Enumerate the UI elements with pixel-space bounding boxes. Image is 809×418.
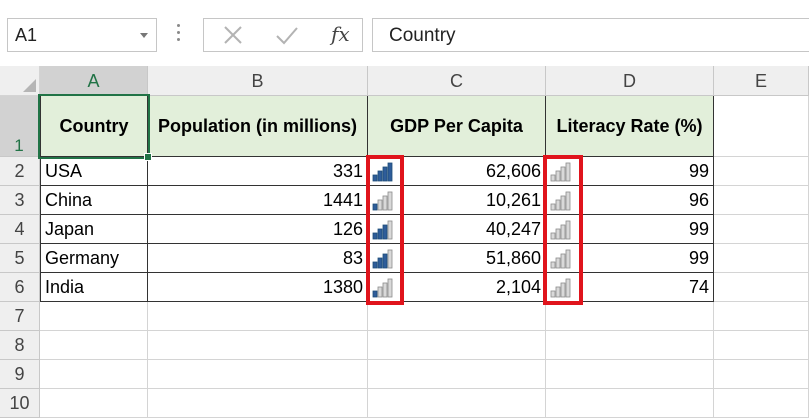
cancel-x-icon[interactable] [214,19,254,51]
name-box-value: A1 [15,25,38,45]
empty-cell[interactable] [368,389,546,418]
empty-cell[interactable] [714,302,809,331]
row-header-4[interactable]: 4 [0,215,40,244]
gdp-icons-highlight [366,155,404,305]
column-header-e[interactable]: E [714,66,809,96]
empty-cell[interactable] [368,302,546,331]
literacy-icons-highlight [543,155,583,305]
empty-cell[interactable] [40,331,148,360]
formula-input[interactable]: Country [372,18,809,52]
row-header-10[interactable]: 10 [0,389,40,418]
row-header-3[interactable]: 3 [0,186,40,215]
row-header-7[interactable]: 7 [0,302,40,331]
empty-cell[interactable] [714,360,809,389]
cell-population[interactable]: 1441 [148,186,368,215]
formula-buttons: fx [203,18,363,52]
header-cell-gdp[interactable]: GDP Per Capita [368,96,546,157]
empty-cell[interactable] [714,215,809,244]
row-header-1[interactable]: 1 [0,96,40,157]
cell-population[interactable]: 331 [148,157,368,186]
empty-cell[interactable] [148,302,368,331]
empty-cell[interactable] [714,244,809,273]
row-header-8[interactable]: 8 [0,331,40,360]
select-all-corner[interactable] [0,66,40,96]
empty-cell[interactable] [40,302,148,331]
empty-cell[interactable] [546,389,714,418]
cell-country[interactable]: India [40,273,148,302]
more-options-icon [177,24,181,46]
empty-cell[interactable] [368,360,546,389]
enter-checkmark-icon[interactable] [268,19,308,51]
chevron-down-icon[interactable] [140,33,148,38]
active-cell-border [38,94,150,159]
column-header-b[interactable]: B [148,66,368,96]
cell-population[interactable]: 83 [148,244,368,273]
empty-cell[interactable] [148,360,368,389]
cell-population[interactable]: 126 [148,215,368,244]
cell-country[interactable]: Germany [40,244,148,273]
column-header-c[interactable]: C [368,66,546,96]
cell-population[interactable]: 1380 [148,273,368,302]
empty-cell[interactable] [40,360,148,389]
cell-country[interactable]: China [40,186,148,215]
empty-cell[interactable] [368,331,546,360]
fill-handle[interactable] [144,153,152,161]
row-header-6[interactable]: 6 [0,273,40,302]
column-header-d[interactable]: D [546,66,714,96]
empty-cell[interactable] [148,331,368,360]
cell-country[interactable]: USA [40,157,148,186]
formula-value: Country [389,25,456,46]
insert-function-button[interactable]: fx [331,22,350,46]
formula-bar: A1 fx Country [0,0,809,66]
row-header-9[interactable]: 9 [0,360,40,389]
empty-cell[interactable] [714,157,809,186]
empty-cell[interactable] [714,96,809,157]
column-header-a[interactable]: A [40,66,148,96]
empty-cell[interactable] [546,302,714,331]
empty-cell[interactable] [714,273,809,302]
header-cell-population[interactable]: Population (in millions) [148,96,368,157]
row-header-2[interactable]: 2 [0,157,40,186]
empty-cell[interactable] [714,389,809,418]
empty-cell[interactable] [40,389,148,418]
spreadsheet-grid: A B C D E 1 2 3 4 5 6 7 8 9 10 Country P… [0,66,809,418]
name-box[interactable]: A1 [7,18,157,52]
empty-cell[interactable] [546,360,714,389]
empty-cell[interactable] [546,331,714,360]
empty-cell[interactable] [148,389,368,418]
empty-cell[interactable] [714,331,809,360]
empty-cell[interactable] [714,186,809,215]
header-cell-literacy[interactable]: Literacy Rate (%) [546,96,714,157]
row-header-5[interactable]: 5 [0,244,40,273]
cell-country[interactable]: Japan [40,215,148,244]
